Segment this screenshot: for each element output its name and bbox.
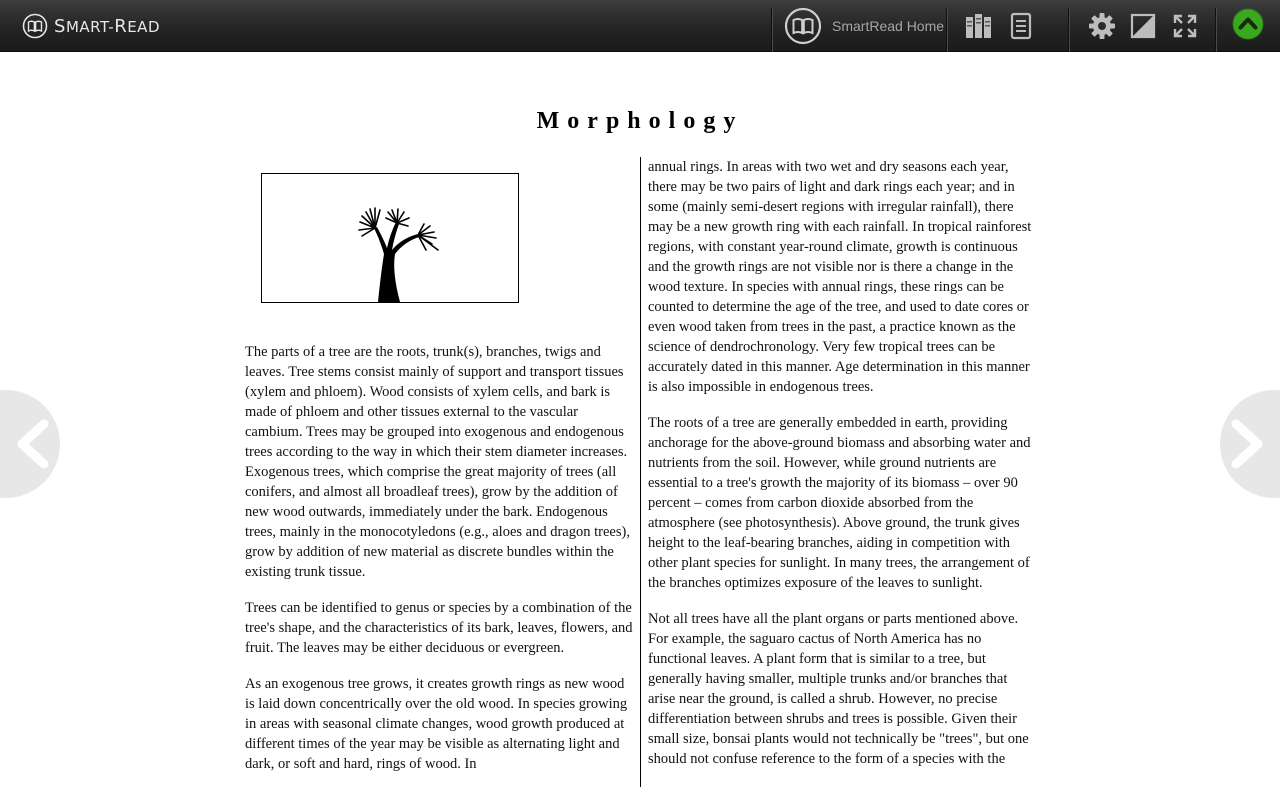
app-name: SMART-READ (54, 16, 160, 37)
toolbar-separator (1068, 8, 1069, 52)
toolbar-separator (771, 8, 772, 52)
tree-illustration (358, 207, 439, 302)
logo-letter: R (114, 15, 128, 37)
logo-letters: MART (65, 17, 109, 36)
table-of-contents-button[interactable] (1005, 10, 1037, 42)
library-icon (966, 14, 991, 38)
paragraph: The roots of a tree are generally embedd… (648, 415, 1031, 591)
book-icon (22, 13, 48, 39)
fullscreen-button[interactable] (1169, 10, 1201, 42)
contrast-button[interactable] (1127, 10, 1159, 42)
logo-letters: EAD (127, 17, 160, 36)
paragraph: Trees can be identified to genus or spec… (245, 600, 633, 656)
chevron-right-icon (1231, 419, 1263, 469)
paragraph: The parts of a tree are the roots, trunk… (245, 344, 630, 580)
settings-button[interactable] (1086, 10, 1118, 42)
scroll-up-button[interactable] (1232, 8, 1264, 40)
right-text-column: annual rings. In areas with two wet and … (648, 157, 1038, 787)
paragraph: annual rings. In areas with two wet and … (648, 159, 1032, 395)
column-divider (640, 157, 641, 787)
book-icon (784, 7, 822, 45)
left-text-column: The parts of a tree are the roots, trunk… (245, 157, 635, 787)
page-title: Morphology (536, 108, 744, 134)
library-button[interactable] (963, 10, 995, 42)
toolbar-separator (1215, 8, 1216, 52)
toc-icon (1010, 12, 1032, 40)
fullscreen-icon (1173, 14, 1197, 38)
contrast-icon (1130, 13, 1156, 39)
smartread-home-button[interactable]: SmartRead Home (784, 7, 944, 45)
toolbar-separator (946, 8, 947, 52)
paragraph: As an exogenous tree grows, it creates g… (245, 676, 628, 772)
paragraph: Not all trees have all the plant organs … (648, 611, 1029, 767)
logo-letter: S (54, 15, 66, 37)
app-logo[interactable]: SMART-READ (22, 11, 160, 41)
home-label: SmartRead Home (832, 18, 945, 34)
next-page-button[interactable] (1220, 390, 1280, 498)
top-toolbar: SMART-READ SmartRead Home (0, 0, 1280, 52)
previous-page-button[interactable] (0, 390, 60, 498)
gear-icon (1089, 13, 1115, 39)
tree-figure (261, 173, 519, 303)
chevron-left-icon (17, 419, 49, 469)
scroll-up-icon (1232, 8, 1264, 40)
